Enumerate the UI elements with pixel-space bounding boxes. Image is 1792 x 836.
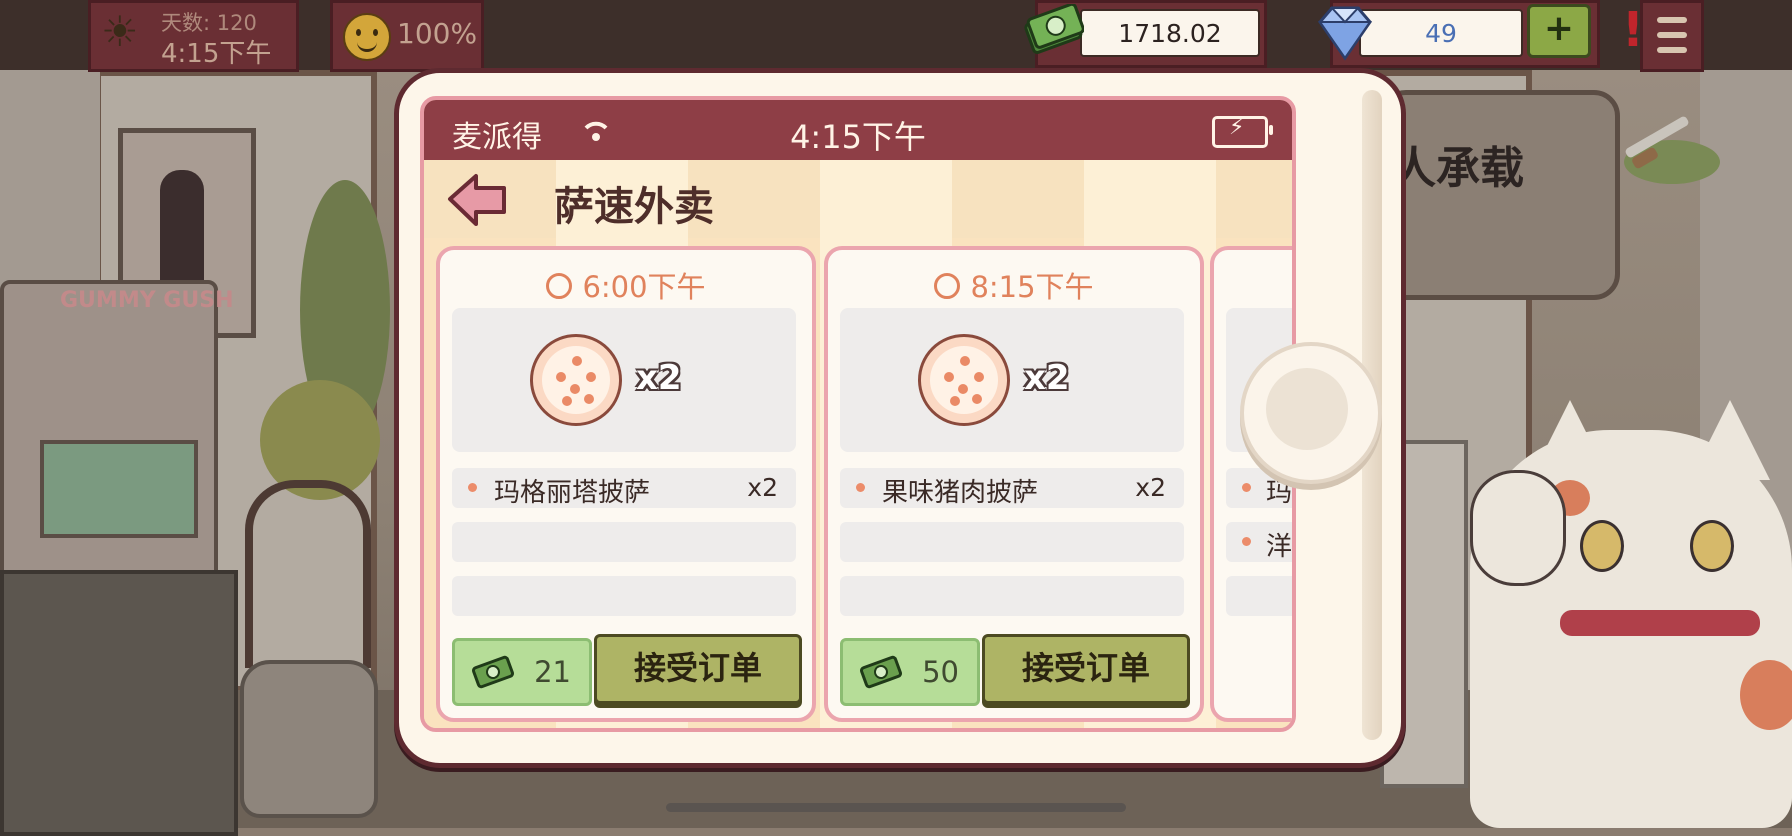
accept-order-button[interactable]: 接受订单	[982, 634, 1190, 704]
order-preview: x2	[840, 308, 1184, 452]
arcade-screen	[40, 440, 198, 538]
item-name-partial: 洋	[1266, 532, 1293, 562]
menu-icon-line	[1657, 32, 1687, 38]
order-item: 玛格丽塔披萨 x2	[452, 468, 796, 508]
bullet-icon	[1242, 537, 1251, 546]
pizza-icon	[530, 334, 622, 426]
order-card-partial[interactable]: 玛 洋	[1210, 246, 1293, 722]
order-item-empty	[840, 522, 1184, 562]
order-reward: 21	[452, 638, 592, 706]
order-item: 果味猪肉披萨 x2	[840, 468, 1184, 508]
cash-icon	[860, 655, 902, 689]
reward-value: 21	[534, 655, 571, 689]
cash-register	[0, 570, 238, 836]
order-preview: x2	[452, 308, 796, 452]
mood-value: 100%	[397, 17, 478, 50]
chair	[245, 480, 371, 668]
add-gems-button[interactable]: +	[1527, 4, 1591, 58]
app-header: 萨速外卖	[424, 160, 1292, 238]
accept-order-button[interactable]: 接受订单	[594, 634, 802, 704]
back-arrow-icon[interactable]	[446, 172, 510, 226]
lucky-cat-spot	[1740, 660, 1792, 730]
cash-icon	[472, 655, 514, 689]
battery-icon: ⚡	[1212, 116, 1273, 148]
pizza-quantity: x2	[636, 358, 682, 398]
menu-button[interactable]	[1640, 0, 1704, 72]
game-time: 4:15下午	[161, 39, 272, 69]
order-card: 8:15下午 x2 果味猪肉披萨 x2 50 接受订单	[824, 246, 1204, 722]
order-item-empty	[1226, 576, 1292, 616]
order-card: 6:00下午 x2 玛格丽塔披萨 x2 21 接受订单	[436, 246, 816, 722]
lucky-cat-eye-right	[1690, 520, 1734, 572]
item-name: 果味猪肉披萨	[882, 478, 1039, 508]
smile-icon	[343, 13, 391, 61]
order-item: 洋	[1226, 522, 1293, 562]
phone-home-button[interactable]	[1240, 342, 1382, 484]
bullet-icon	[468, 483, 477, 492]
lucky-cat-ear-right	[1690, 400, 1770, 480]
cash-icon	[1024, 4, 1084, 54]
item-name: 玛格丽塔披萨	[494, 478, 651, 508]
order-time: 8:15下午	[828, 264, 1200, 306]
wall-sign-text: 人承载	[1392, 143, 1524, 194]
lucky-cat-eye-left	[1580, 520, 1624, 572]
reward-value: 50	[922, 655, 959, 689]
order-reward: 50	[840, 638, 980, 706]
order-item-empty	[452, 576, 796, 616]
home-button-inner	[1266, 368, 1348, 450]
lucky-cat-ear-left	[1530, 400, 1610, 480]
alert-icon[interactable]: !	[1622, 6, 1644, 54]
status-bar: 麦派得 4:15下午 ⚡	[424, 100, 1292, 160]
phone-screen: 麦派得 4:15下午 ⚡ 萨速外卖 6:00下午 x2 玛格丽塔披萨 x2 21…	[420, 96, 1296, 732]
menu-icon-line	[1657, 47, 1687, 53]
pizza-quantity: x2	[1024, 358, 1070, 398]
herb-knife-icon	[1624, 116, 1720, 184]
mood-panel: 100%	[330, 0, 484, 72]
money-value: 1718.02	[1118, 19, 1222, 48]
gem-field: 49	[1359, 9, 1523, 57]
lucky-cat-paw	[1470, 470, 1566, 586]
order-time-text: 8:15下午	[970, 270, 1094, 304]
gem-icon	[1318, 6, 1372, 61]
phone-clock: 4:15下午	[790, 118, 926, 156]
tip-jar	[240, 660, 378, 818]
order-item-empty	[452, 522, 796, 562]
order-time: 6:00下午	[440, 264, 812, 306]
menu-icon-line	[1657, 17, 1687, 23]
clock-icon	[546, 273, 573, 299]
clock-icon	[934, 273, 961, 299]
order-time-text: 6:00下午	[582, 270, 706, 304]
app-title: 萨速外卖	[554, 184, 714, 230]
arcade-title: GUMMY GUSH	[60, 288, 234, 313]
money-field: 1718.02	[1080, 9, 1260, 57]
bullet-icon	[856, 483, 865, 492]
lucky-cat-collar	[1560, 610, 1760, 636]
item-quantity: x2	[1135, 473, 1166, 502]
bullet-icon	[1242, 483, 1251, 492]
pizza-icon	[918, 334, 1010, 426]
home-indicator[interactable]	[666, 803, 1126, 812]
day-time-panel: ☀ 天数: 120 4:15下午	[88, 0, 299, 72]
sun-moon-icon: ☀	[101, 7, 139, 56]
item-quantity: x2	[747, 473, 778, 502]
order-item-empty	[840, 576, 1184, 616]
order-list: 6:00下午 x2 玛格丽塔披萨 x2 21 接受订单 8:15下午 x2 果味…	[424, 238, 1292, 728]
gem-value: 49	[1425, 19, 1457, 48]
